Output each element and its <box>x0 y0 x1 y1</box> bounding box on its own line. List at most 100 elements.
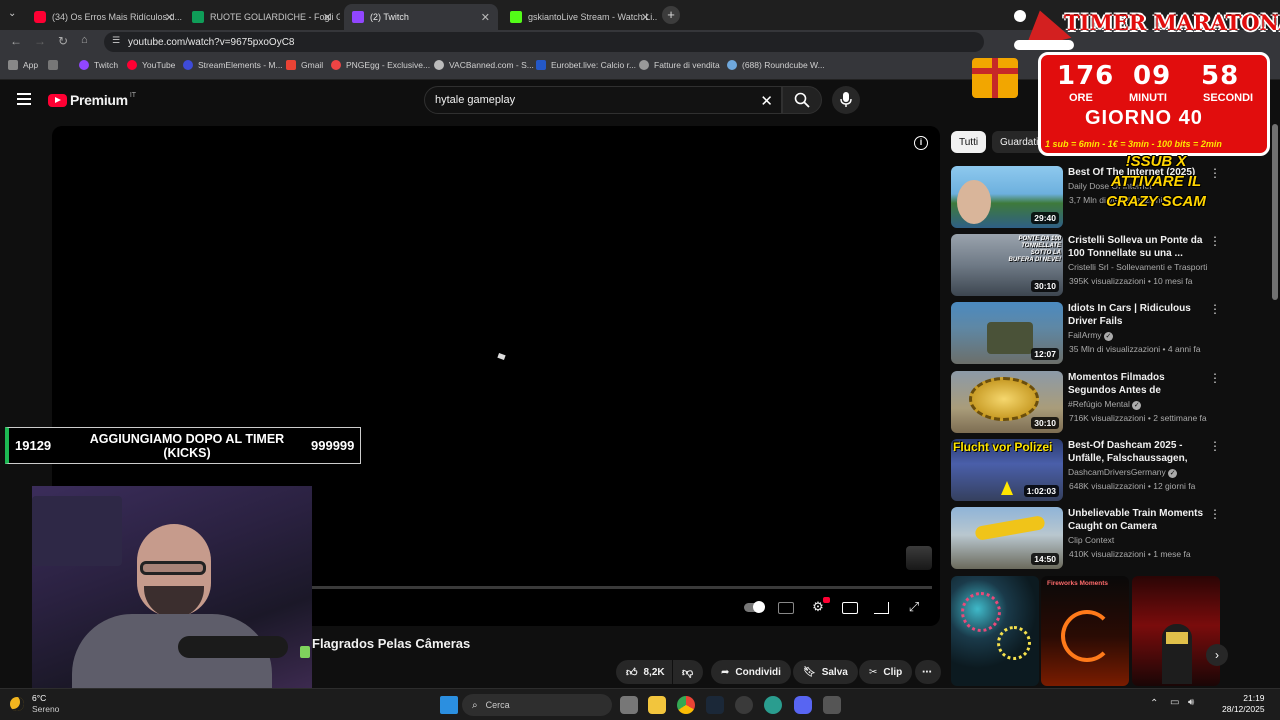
tab-search-chevron-icon[interactable]: ⌄ <box>8 8 16 19</box>
weather-widget[interactable]: 6°C Sereno <box>10 693 59 715</box>
more-vertical-icon[interactable]: ⋮ <box>1209 302 1221 316</box>
rec-title: Best-Of Dashcam 2025 - Unfälle, Falschau… <box>1068 440 1188 464</box>
subtitles-icon[interactable] <box>778 602 794 614</box>
menu-icon[interactable] <box>17 93 31 105</box>
close-icon[interactable]: ✕ <box>323 11 332 24</box>
close-icon[interactable]: ✕ <box>165 11 174 24</box>
more-actions-button[interactable]: ⋯ <box>915 660 941 684</box>
bookmark-gmail[interactable]: Gmail <box>286 60 323 70</box>
recommendation-item[interactable]: 14:50 Unbelievable Train Moments Caught … <box>951 507 1251 569</box>
verified-icon: ✓ <box>1103 332 1113 341</box>
more-vertical-icon[interactable]: ⋮ <box>1209 234 1221 248</box>
like-button[interactable]: 👍︎ 8,2K <box>616 660 672 684</box>
voice-search-button[interactable] <box>832 86 860 114</box>
tab-kick[interactable]: gskiantoLive Stream - Watch Li... ✕ <box>502 4 658 30</box>
steam-icon[interactable] <box>706 696 724 714</box>
url-field[interactable]: ☰ youtube.com/watch?v=9675pxoOyC8 <box>104 32 984 52</box>
windows-start-icon[interactable] <box>440 696 458 714</box>
clear-search-icon[interactable]: ✕ <box>760 92 773 110</box>
bookmark-apps[interactable]: App <box>8 60 38 70</box>
video-thumbnail[interactable]: PONTE DA 100 TONNELLATE SOTTO LA BUFERA … <box>951 234 1063 296</box>
youtube-logo[interactable]: Premium IT <box>48 92 136 108</box>
recommendation-item[interactable]: 30:10 Momentos Filmados Segundos Antes d… <box>951 371 1251 433</box>
bookmark-pngegg[interactable]: PNGEgg - Exclusive... <box>331 60 430 70</box>
obs-icon[interactable] <box>735 696 753 714</box>
video-thumbnail[interactable]: Flucht vor Polizei 1:02:03 <box>951 439 1063 501</box>
search-button[interactable] <box>782 86 822 114</box>
autoplay-toggle[interactable] <box>744 600 766 614</box>
fullscreen-icon[interactable]: ⤢ <box>906 600 922 614</box>
short-thumbnail[interactable] <box>951 576 1039 686</box>
taskbar-search[interactable]: ⌕ Cerca <box>462 694 612 716</box>
gmail-icon <box>286 60 296 70</box>
search-input[interactable]: hytale gameplay ✕ <box>424 86 782 114</box>
short-thumbnail[interactable]: Fireworks Moments <box>1041 576 1129 686</box>
close-icon[interactable]: ✕ <box>481 11 490 24</box>
short-thumbnail[interactable] <box>1132 576 1220 686</box>
url-text: youtube.com/watch?v=9675pxoOyC8 <box>128 36 295 48</box>
dislike-button[interactable]: 👎︎ <box>673 660 703 684</box>
forward-icon[interactable]: → <box>34 34 46 48</box>
thumb-face <box>957 180 991 224</box>
video-thumbnail[interactable]: 30:10 <box>951 371 1063 433</box>
more-vertical-icon[interactable]: ⋮ <box>1209 371 1221 385</box>
video-thumbnail[interactable]: 29:40 <box>951 166 1063 228</box>
next-arrow-button[interactable]: › <box>1206 644 1228 666</box>
taskbar-search-placeholder: Cerca <box>485 700 510 710</box>
thumbs-down-icon: 👎︎ <box>682 666 694 679</box>
browser-icon[interactable] <box>764 696 782 714</box>
more-vertical-icon[interactable]: ⋮ <box>1209 507 1221 521</box>
reload-icon[interactable]: ↻ <box>58 34 68 48</box>
recommendation-item[interactable]: 12:07 Idiots In Cars | Ridiculous Driver… <box>951 302 1251 364</box>
recommendation-item[interactable]: Flucht vor Polizei 1:02:03 Best-Of Dashc… <box>951 439 1251 501</box>
site-info-icon[interactable]: ☰ <box>112 35 120 46</box>
chrome-icon[interactable] <box>677 696 695 714</box>
info-icon[interactable]: i <box>914 136 928 150</box>
save-button[interactable]: 🔖︎ Salva <box>793 660 858 684</box>
video-thumbnail[interactable]: 12:07 <box>951 302 1063 364</box>
recommendation-item[interactable]: PONTE DA 100 TONNELLATE SOTTO LA BUFERA … <box>951 234 1251 296</box>
clip-button[interactable]: ✂ Clip <box>859 660 913 684</box>
bookmark-vacbanned[interactable]: VACBanned.com - S... <box>434 60 534 70</box>
tab-sheets[interactable]: RUOTE GOLIARDICHE - Fogli G... ✕ <box>184 4 340 30</box>
bookmark-fatture[interactable]: Fatture di vendita <box>639 60 720 70</box>
close-icon[interactable]: ✕ <box>641 11 650 24</box>
clip-label: Clip <box>883 666 903 678</box>
bookmark-grid[interactable] <box>48 60 63 70</box>
bookmark-eurobet[interactable]: Eurobet.live: Calcio r... <box>536 60 636 70</box>
video-thumbnail[interactable]: 14:50 <box>951 507 1063 569</box>
volume-icon[interactable]: 🔊︎ <box>1188 697 1194 708</box>
sheets-icon <box>192 11 204 23</box>
network-icon[interactable]: ▭ <box>1170 697 1179 708</box>
tab-youtube[interactable]: (34) Os Erros Mais Ridículos d... ✕ <box>26 4 182 30</box>
bookmark-streamelements[interactable]: StreamElements - M... <box>183 60 283 70</box>
chip-all[interactable]: Tutti <box>951 131 987 153</box>
fire-spiral <box>1061 610 1113 662</box>
miniplayer-icon[interactable] <box>842 602 858 614</box>
home-icon[interactable]: ⌂ <box>81 34 88 46</box>
video-progress-bar[interactable] <box>312 586 932 589</box>
task-view-icon[interactable] <box>620 696 638 714</box>
show-hidden-icons[interactable]: ⌃ <box>1150 698 1158 709</box>
duration-badge: 30:10 <box>1031 417 1059 429</box>
tab-twitch[interactable]: (2) Twitch ✕ <box>344 4 498 30</box>
back-icon[interactable]: ← <box>10 34 22 48</box>
twitch-icon <box>352 11 364 23</box>
clock[interactable]: 21:19 28/12/2025 <box>1222 693 1265 715</box>
bookmark-twitch[interactable]: Twitch <box>79 60 118 70</box>
more-vertical-icon[interactable]: ⋮ <box>1209 439 1221 453</box>
bookmark-label: Gmail <box>301 60 324 70</box>
share-button[interactable]: ➦ Condividi <box>711 660 791 684</box>
file-explorer-icon[interactable] <box>648 696 666 714</box>
page-scrollbar[interactable] <box>1272 124 1278 300</box>
discord-icon[interactable] <box>794 696 812 714</box>
duration-badge: 1:02:03 <box>1023 485 1059 497</box>
calculator-icon[interactable] <box>823 696 841 714</box>
bookmark-roundcube[interactable]: (688) Roundcube W... <box>727 60 825 70</box>
new-tab-button[interactable]: + <box>662 6 680 24</box>
timer-rules: 1 sub = 6min - 1€ = 3min - 100 bits = 2m… <box>1045 139 1222 149</box>
bookmark-youtube[interactable]: YouTube <box>127 60 175 70</box>
settings-gear-icon[interactable]: ⚙ <box>810 597 830 614</box>
vacbanned-icon <box>434 60 444 70</box>
cast-icon[interactable] <box>874 602 889 614</box>
